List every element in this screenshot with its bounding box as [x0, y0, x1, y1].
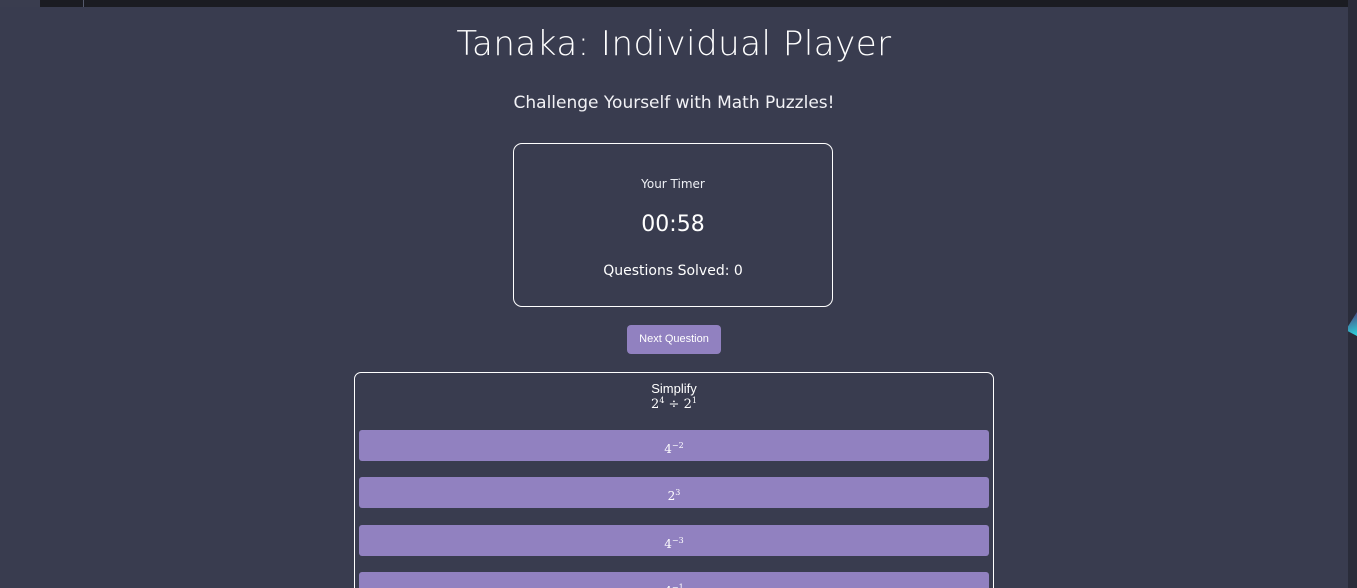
option-base: 4	[664, 584, 672, 588]
question-card: Simplify 24 ÷ 21 4−2 23 4−3 4−1	[354, 372, 994, 588]
option-exponent: −2	[671, 441, 684, 450]
scrollbar-track[interactable]	[1348, 0, 1357, 588]
answer-option-4[interactable]: 4−1	[359, 572, 989, 588]
option-exponent: −3	[671, 536, 684, 545]
option-base: 4	[664, 442, 672, 456]
page: Tanaka: Individual Player Challenge Your…	[0, 0, 1357, 588]
expr-base-2: 2	[683, 397, 692, 412]
page-subtitle: Challenge Yourself with Math Puzzles!	[513, 93, 835, 113]
question-expression: 24 ÷ 21	[355, 396, 993, 412]
timer-value: 00:58	[641, 212, 705, 237]
option-exponent: −1	[671, 583, 684, 588]
questions-solved: Questions Solved: 0	[603, 263, 743, 279]
top-bar	[0, 0, 1357, 7]
expr-exponent-2: 1	[691, 396, 697, 405]
timer-label: Your Timer	[641, 177, 705, 191]
next-question-button[interactable]: Next Question	[627, 325, 721, 354]
option-base: 4	[664, 537, 672, 551]
expr-exponent-1: 4	[659, 396, 665, 405]
question-instruction: Simplify	[651, 381, 697, 396]
expr-operator: ÷	[668, 397, 680, 412]
option-exponent: 3	[675, 488, 681, 497]
page-title: Tanaka: Individual Player	[456, 24, 892, 64]
answer-option-2[interactable]: 23	[359, 477, 989, 508]
top-bar-divider	[83, 0, 84, 7]
timer-card: Your Timer 00:58 Questions Solved: 0	[513, 143, 833, 307]
answer-option-3[interactable]: 4−3	[359, 525, 989, 556]
answer-option-1[interactable]: 4−2	[359, 430, 989, 461]
top-bar-tab	[0, 0, 40, 7]
